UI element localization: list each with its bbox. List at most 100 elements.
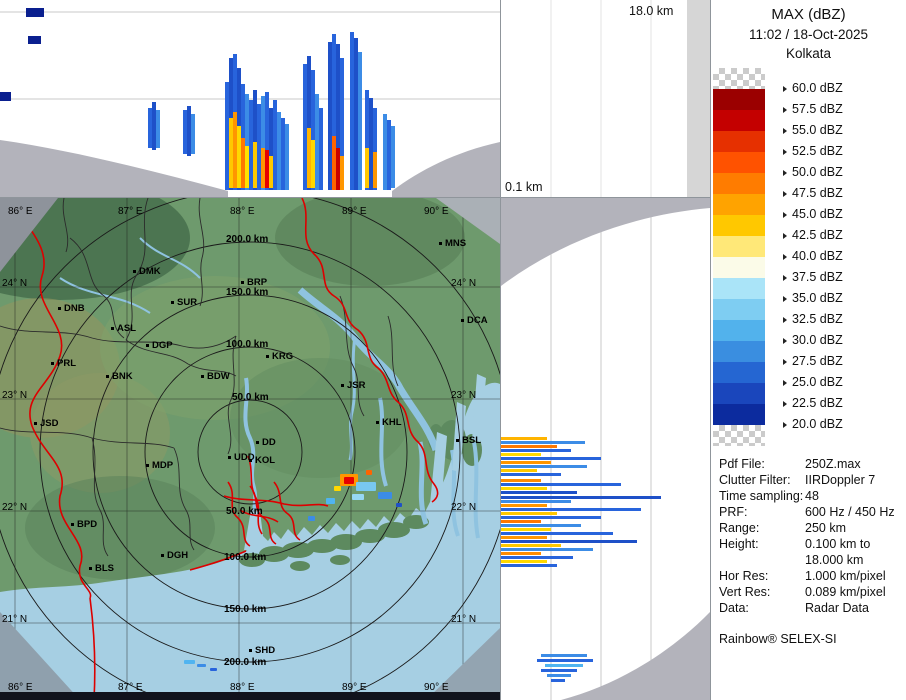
scale-label: 45.0 dBZ: [783, 207, 843, 221]
echo-bar: [501, 564, 557, 567]
range-ring-label: 50.0 km: [232, 392, 269, 403]
info-row: Height: 0.100 km to: [719, 536, 905, 552]
scale-band: [713, 320, 765, 341]
scale-band: [713, 173, 765, 194]
echo-bar: [501, 465, 587, 468]
scale-label: 57.5 dBZ: [783, 102, 843, 116]
site-label: BNK: [106, 371, 133, 382]
echo-bar: [365, 148, 369, 188]
info-value: 48: [805, 489, 819, 503]
latitude-label: 21° N: [451, 614, 477, 625]
site-label: DCA: [461, 315, 488, 326]
longitude-label: 87° E: [118, 206, 143, 217]
echo-bar: [501, 473, 561, 476]
echo-bar: [501, 540, 637, 543]
scale-label: 20.0 dBZ: [783, 417, 843, 431]
scale-label: 55.0 dBZ: [783, 123, 843, 137]
echo-bar: [501, 520, 541, 523]
echo-bar: [358, 52, 362, 190]
scale-band: [713, 362, 765, 383]
site-label: BSL: [456, 435, 481, 446]
scale-band: [713, 89, 765, 110]
echo-bar: [26, 8, 44, 17]
info-value: 600 Hz / 450 Hz: [805, 505, 895, 519]
scale-label: 47.5 dBZ: [783, 186, 843, 200]
min-height-label: 0.1 km: [505, 180, 543, 194]
longitude-label: 86° E: [8, 206, 33, 217]
scale-band: [713, 383, 765, 404]
info-value: IIRDoppler 7: [805, 473, 876, 487]
echo-bar: [501, 441, 585, 444]
info-label: Height:: [719, 537, 759, 551]
info-label: PRF:: [719, 505, 748, 519]
latitude-label: 23° N: [2, 390, 28, 401]
info-label: Data:: [719, 601, 749, 615]
echo-bar: [501, 500, 571, 503]
echo-bar: [501, 536, 547, 539]
latitude-label: 24° N: [2, 278, 28, 289]
latitude-label: 21° N: [2, 614, 28, 625]
echo-bar: [501, 524, 581, 527]
info-value: 0.100 km to: [805, 537, 871, 551]
longitude-label: 86° E: [8, 682, 33, 693]
echo-bar: [319, 108, 323, 190]
echo-bar: [501, 532, 613, 535]
scale-label: 40.0 dBZ: [783, 249, 843, 263]
echo-bar: [0, 92, 11, 101]
scale-band: [713, 236, 765, 257]
echo-bar: [501, 445, 557, 448]
latitude-label: 22° N: [2, 502, 28, 513]
scale-label: 27.5 dBZ: [783, 354, 843, 368]
echo-bar: [501, 461, 551, 464]
echo-bar: [269, 156, 273, 188]
scale-band: [713, 215, 765, 236]
scale-band: [713, 110, 765, 131]
scale-band: [713, 341, 765, 362]
scale-band: [713, 68, 765, 89]
range-ring-label: 100.0 km: [226, 339, 269, 350]
site-label: DD: [256, 437, 276, 448]
info-label: Pdf File:: [719, 457, 765, 471]
site-label: DNB: [58, 303, 85, 314]
map-label-layer: 86° E 86° E 87° E 87° E 88° E 88° E 89° E 89° E…: [0, 198, 500, 700]
scale-band: [713, 299, 765, 320]
range-ring-label: 150.0 km: [224, 604, 267, 615]
info-value: 0.089 km/pixel: [805, 585, 886, 599]
site-label: DGH: [161, 550, 188, 561]
range-ring-label: 200.0 km: [224, 657, 267, 668]
scale-label: 35.0 dBZ: [783, 291, 843, 305]
echo-bar: [501, 508, 641, 511]
echo-bar: [501, 516, 601, 519]
site-label: KRG: [266, 351, 293, 362]
site-label: PRL: [51, 358, 76, 369]
range-ring-label: 150.0 km: [226, 287, 269, 298]
scale-band: [713, 152, 765, 173]
info-label: Vert Res:: [719, 585, 771, 599]
info-row: Clutter Filter: IIRDoppler 7: [719, 472, 905, 488]
axis-gray-band: [687, 0, 710, 197]
product-title: MAX (dBZ): [771, 6, 846, 23]
range-ring-label: 50.0 km: [226, 506, 263, 517]
echo-bar: [501, 437, 547, 440]
site-label: JSR: [341, 380, 365, 391]
scale-band: [713, 131, 765, 152]
longitude-label: 90° E: [424, 206, 449, 217]
top-projection-panel: [0, 0, 500, 198]
map-panel: 86° E 86° E 87° E 87° E 88° E 88° E 89° E 89° E…: [0, 198, 500, 700]
echo-bar: [501, 496, 661, 499]
echo-bar: [541, 669, 577, 672]
scale-label: 60.0 dBZ: [783, 81, 843, 95]
site-label: BDW: [201, 371, 230, 382]
echo-bar: [501, 483, 621, 486]
scale-label: 32.5 dBZ: [783, 312, 843, 326]
info-row: Hor Res: 1.000 km/pixel: [719, 568, 905, 584]
info-value: 1.000 km/pixel: [805, 569, 886, 583]
echo-bar: [501, 491, 577, 494]
info-label: Time sampling:: [719, 489, 804, 503]
scale-label: 42.5 dBZ: [783, 228, 843, 242]
site-label: DMK: [133, 266, 161, 277]
echo-bar: [501, 449, 571, 452]
corner-gridlines: [550, 0, 652, 197]
info-row: Range: 250 km: [719, 520, 905, 536]
scale-band: [713, 278, 765, 299]
